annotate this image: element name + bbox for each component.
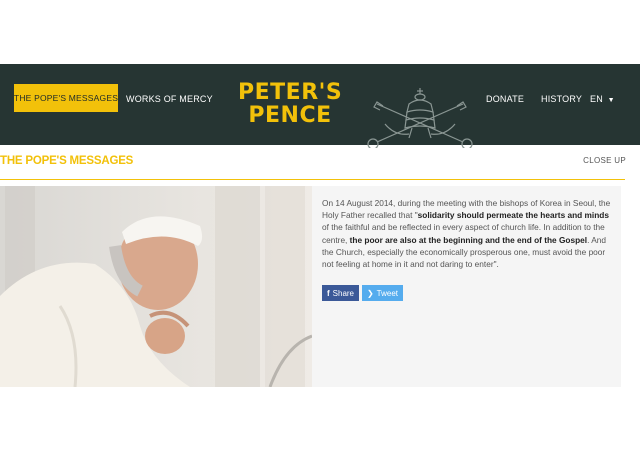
- share-label: Share: [332, 288, 355, 298]
- article-text: On 14 August 2014, during the meeting wi…: [322, 197, 612, 270]
- article-bold2: the poor are also at the beginning and t…: [349, 234, 588, 245]
- nav-popes-messages[interactable]: THE POPE'S MESSAGES: [14, 84, 118, 112]
- nav-popes-messages-label: THE POPE'S MESSAGES: [13, 93, 119, 103]
- language-label: EN: [590, 94, 603, 104]
- facebook-share-button[interactable]: f Share: [322, 285, 359, 301]
- section-title: THE POPE'S MESSAGES: [0, 155, 134, 167]
- twitter-icon: ❯: [366, 288, 374, 298]
- close-up-button[interactable]: CLOSE UP: [583, 156, 626, 165]
- tweet-label: Tweet: [376, 288, 399, 298]
- nav-history[interactable]: HISTORY: [541, 94, 582, 104]
- caret-down-icon: ▼: [607, 97, 615, 104]
- papal-emblem-icon: [367, 88, 473, 148]
- pope-photo: [0, 186, 312, 387]
- twitter-tweet-button[interactable]: ❯ Tweet: [362, 285, 403, 301]
- nav-works-of-mercy[interactable]: WORKS OF MERCY: [126, 94, 213, 104]
- logo-line1: PETER'S: [238, 80, 343, 105]
- nav-donate[interactable]: DONATE: [486, 94, 524, 104]
- site-logo[interactable]: PETER'S PENCE: [238, 81, 342, 127]
- article-bold1: solidarity should permeate the hearts an…: [417, 210, 609, 221]
- facebook-icon: f: [326, 288, 330, 298]
- logo-line2: PENCE: [248, 103, 332, 128]
- language-dropdown[interactable]: EN ▼: [590, 94, 615, 104]
- section-divider: [0, 179, 625, 180]
